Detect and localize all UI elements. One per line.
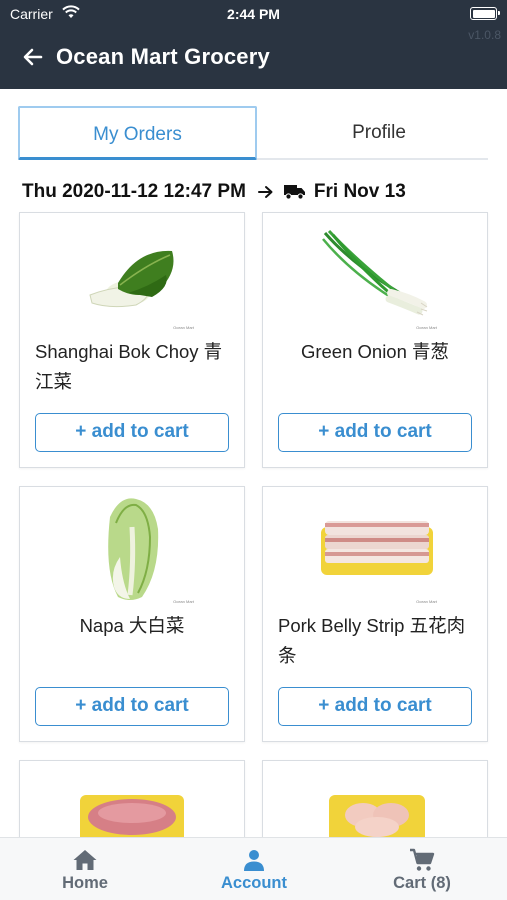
product-name: Napa 大白菜 <box>79 615 185 636</box>
product-name: Green Onion 青葱 <box>300 341 450 362</box>
product-card[interactable]: Ocean Mart Green Onion 青葱 + add to cart <box>262 212 488 468</box>
product-image-napa <box>20 487 244 607</box>
product-card[interactable]: Ocean Mart Shanghai Bok Choy 青江菜 + add t… <box>19 212 245 468</box>
cart-icon <box>382 848 462 872</box>
delivery-date: Fri Nov 13 <box>313 181 406 202</box>
tab-my-orders[interactable]: My Orders <box>18 106 257 160</box>
product-image-pork-belly <box>263 487 487 607</box>
app-header: Ocean Mart Grocery v1.0.8 <box>0 28 507 89</box>
user-icon <box>212 848 296 872</box>
product-card[interactable]: Ocean Mart Pork Belly Strip 五花肉条 + add t… <box>262 486 488 742</box>
product-image-green-onion <box>263 213 487 333</box>
nav-cart[interactable]: Cart (8) <box>382 848 462 893</box>
battery-icon <box>470 7 500 20</box>
back-arrow-icon[interactable] <box>20 44 46 70</box>
bottom-navigation: Home Account Cart (8) <box>0 837 507 900</box>
add-to-cart-button[interactable]: + add to cart <box>278 413 472 452</box>
add-to-cart-button[interactable]: + add to cart <box>278 687 472 726</box>
tab-profile[interactable]: Profile <box>270 106 488 160</box>
nav-home-label: Home <box>62 874 108 892</box>
nav-cart-label: Cart (8) <box>393 874 451 892</box>
nav-home[interactable]: Home <box>54 848 116 893</box>
nav-account-label: Account <box>221 874 287 892</box>
brand-watermark: Ocean Mart <box>173 325 194 330</box>
brand-watermark: Ocean Mart <box>173 599 194 604</box>
page-title: Ocean Mart Grocery <box>56 44 270 69</box>
brand-watermark: Ocean Mart <box>416 325 437 330</box>
truck-icon <box>283 184 306 200</box>
product-image-bok-choy <box>20 213 244 333</box>
add-to-cart-button[interactable]: + add to cart <box>35 413 229 452</box>
version-label: v1.0.8 <box>468 28 501 42</box>
status-time: 2:44 PM <box>227 6 280 22</box>
product-name: Shanghai Bok Choy 青江菜 <box>35 341 223 392</box>
order-placed-date: Thu 2020-11-12 12:47 PM <box>22 181 246 202</box>
order-date-row: Thu 2020-11-12 12:47 PM Fri Nov 13 <box>22 180 406 204</box>
tab-bar: My Orders Profile <box>18 106 488 160</box>
status-bar: Carrier 2:44 PM <box>0 0 507 28</box>
product-name: Pork Belly Strip 五花肉条 <box>278 615 466 666</box>
brand-watermark: Ocean Mart <box>416 599 437 604</box>
nav-account[interactable]: Account <box>212 848 296 893</box>
home-icon <box>54 848 116 872</box>
product-card[interactable]: Ocean Mart Napa 大白菜 + add to cart <box>19 486 245 742</box>
add-to-cart-button[interactable]: + add to cart <box>35 687 229 726</box>
arrow-right-icon <box>257 185 274 199</box>
